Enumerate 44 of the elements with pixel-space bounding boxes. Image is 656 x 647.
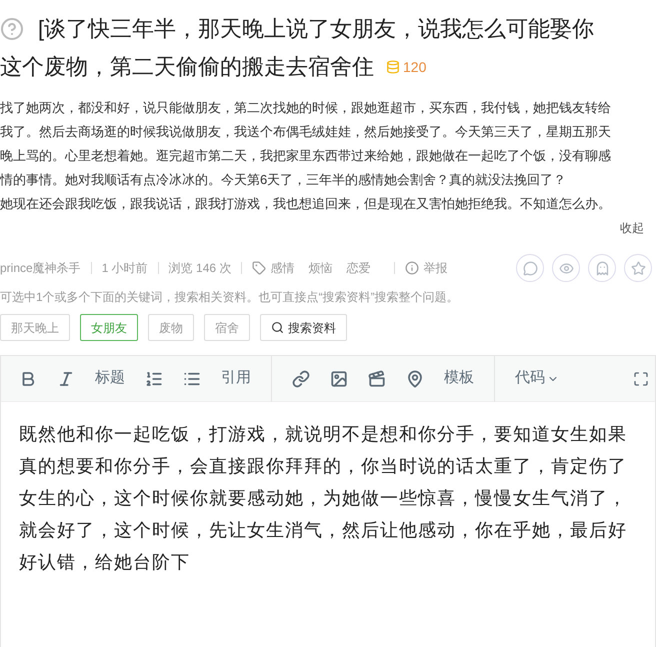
fullscreen-button[interactable] (633, 370, 649, 386)
ordered-button[interactable] (145, 370, 163, 388)
question-icon (0, 17, 24, 41)
toolbar-button[interactable]: 引用 (221, 367, 251, 390)
search-icon (271, 321, 284, 334)
video-button[interactable] (368, 370, 386, 388)
keyword-hint: 可选中1个或多个下面的关键词，搜索相关资料。也可直接点“搜索资料”搜索整个问题。 (0, 289, 460, 306)
star-share-button[interactable] (624, 254, 652, 282)
tag-icon (252, 261, 266, 275)
description-line: 她现在还会跟我吃饭，跟我说话，跟我打游戏，我也想追回来，但是现在又害怕她拒绝我。不知道怎么办。 (0, 195, 612, 213)
author-name[interactable]: prince魔神杀手 (0, 259, 81, 277)
image-button[interactable] (330, 370, 348, 388)
toolbar-button[interactable]: 模板 (444, 367, 474, 390)
code-dropdown[interactable]: 代码 (515, 367, 559, 390)
chat-bubble-icon (522, 260, 538, 276)
coin-stack-icon (386, 60, 400, 74)
star-icon (630, 260, 646, 276)
question-title: [谈了快三年半，那天晚上说了女朋友，说我怎么可能娶你 (38, 15, 594, 43)
link-button[interactable] (292, 370, 310, 388)
post-time: 1 小时前 (102, 260, 148, 277)
keyword-chip[interactable]: 那天晚上 (0, 314, 70, 341)
keyword-chip[interactable]: 宿舍 (204, 314, 250, 341)
answer-text[interactable]: 既然他和你一起吃饭，打游戏，就说明不是想和你分手，要知道女生如果真的想要和你分手，会直接跟你拜拜的，你当时说的话太重了，肯定伤了女生的心，这个时候你就要感动她，为她做一些惊喜，慢慢女生气消了，就会好了，这个时候，先让女生消气，然后让他感动，你在乎她，最后好好认错，给她台阶下 (1, 402, 655, 578)
keyword-chip[interactable]: 废物 (148, 314, 194, 341)
toolbar-button[interactable]: 标题 (95, 367, 125, 390)
location-button[interactable] (406, 370, 424, 388)
search-button[interactable]: 搜索资料 (260, 314, 347, 341)
topic-tag[interactable]: 感情 (270, 259, 294, 277)
topic-tag[interactable]: 烦恼 (308, 259, 332, 277)
description-line: 情的事情。她对我顺话有点冷冰冰的。今天第6天了，三年半的感情她会割舍？真的就没法挽回了？ (0, 171, 568, 189)
report-icon (405, 261, 420, 275)
ghost-icon (594, 260, 610, 276)
description-line: 找了她两次，都没和好，说只能做朋友，第二次找她的时候，跟她逛超市，买东西，我付钱，她把钱友转给 (0, 99, 612, 117)
italic-button[interactable] (57, 370, 75, 388)
question-title: 这个废物，第二天偷偷的搬走去宿舍住 (0, 53, 374, 81)
view-count: 浏览 146 次 (168, 260, 232, 277)
eye-icon (558, 260, 574, 276)
report-link[interactable]: 举报 (423, 259, 448, 277)
topic-tag[interactable]: 恋爱 (346, 259, 370, 277)
keyword-chip[interactable]: 女朋友 (80, 314, 138, 341)
reward-amount: 120 (403, 58, 426, 77)
collapse-link[interactable]: 收起 (620, 216, 644, 240)
description-line: 我了。然后去商场逛的时候我说做朋友，我送个布偶毛绒娃娃，然后她接受了。今天第三天了，星期五那天 (0, 123, 612, 141)
description-line: 晚上骂的。心里老想着她。逛完超市第二天，我把家里东西带过来给她，跟她做在一起吃了个饭，没有聊感 (0, 147, 612, 165)
